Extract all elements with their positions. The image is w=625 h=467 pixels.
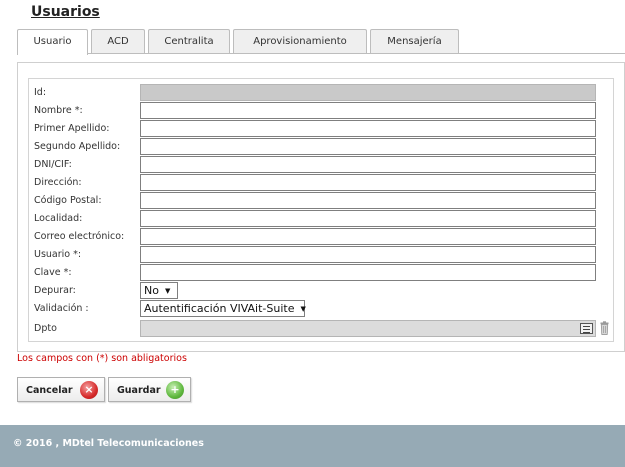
row-validacion: Validación : Autentificación VIVAit-Suit…	[29, 300, 615, 318]
close-icon: ×	[80, 381, 98, 399]
dni-label: DNI/CIF:	[34, 159, 72, 170]
dpto-label: Dpto	[34, 323, 57, 334]
row-clave: Clave *:	[29, 264, 615, 282]
segundo-apellido-label: Segundo Apellido:	[34, 141, 121, 152]
row-usuario: Usuario *:	[29, 246, 615, 264]
tab-aprovisionamiento[interactable]: Aprovisionamiento	[233, 29, 367, 54]
footer-copyright: © 2016 , MDtel Telecomunicaciones	[13, 438, 204, 449]
trash-icon[interactable]	[600, 321, 609, 335]
chevron-down-icon: ▼	[164, 287, 171, 295]
row-correo: Correo electrónico:	[29, 228, 615, 246]
depurar-select[interactable]: No ▼	[140, 282, 178, 299]
save-button[interactable]: Guardar +	[108, 377, 191, 402]
codigo-postal-input[interactable]	[140, 192, 596, 209]
tab-usuario[interactable]: Usuario	[17, 29, 88, 55]
clave-label: Clave *:	[34, 267, 72, 278]
validacion-select[interactable]: Autentificación VIVAit-Suite ▼	[140, 300, 306, 317]
row-direccion: Dirección:	[29, 174, 615, 192]
validacion-label: Validación :	[34, 303, 89, 314]
cancel-button-label: Cancelar	[26, 385, 73, 396]
clave-input[interactable]	[140, 264, 596, 281]
validacion-selected-value: Autentificación VIVAit-Suite	[144, 302, 295, 315]
row-primer-apellido: Primer Apellido:	[29, 120, 615, 138]
id-field	[140, 84, 596, 101]
localidad-input[interactable]	[140, 210, 596, 227]
tab-acd[interactable]: ACD	[91, 29, 145, 54]
row-localidad: Localidad:	[29, 210, 615, 228]
correo-label: Correo electrónico:	[34, 231, 125, 242]
page-title: Usuarios	[31, 4, 100, 20]
cancel-button[interactable]: Cancelar ×	[17, 377, 105, 402]
correo-input[interactable]	[140, 228, 596, 245]
dni-input[interactable]	[140, 156, 596, 173]
depurar-selected-value: No	[144, 284, 159, 297]
plus-icon: +	[166, 381, 184, 399]
list-icon[interactable]	[580, 323, 593, 334]
nombre-input[interactable]	[140, 102, 596, 119]
required-fields-note: Los campos con (*) son abligatorios	[17, 353, 187, 364]
id-label: Id:	[34, 87, 47, 98]
chevron-down-icon: ▼	[300, 305, 306, 313]
tab-divider	[17, 53, 625, 54]
row-dpto: Dpto	[29, 320, 615, 338]
usuario-label: Usuario *:	[34, 249, 82, 260]
row-dni: DNI/CIF:	[29, 156, 615, 174]
segundo-apellido-input[interactable]	[140, 138, 596, 155]
save-button-label: Guardar	[117, 385, 161, 396]
codigo-postal-label: Código Postal:	[34, 195, 102, 206]
row-id: Id:	[29, 84, 615, 102]
footer: © 2016 , MDtel Telecomunicaciones	[0, 425, 625, 467]
dpto-field	[140, 320, 596, 337]
tab-mensajeria[interactable]: Mensajería	[370, 29, 459, 54]
row-codigo-postal: Código Postal:	[29, 192, 615, 210]
usuario-input[interactable]	[140, 246, 596, 263]
primer-apellido-input[interactable]	[140, 120, 596, 137]
row-segundo-apellido: Segundo Apellido:	[29, 138, 615, 156]
direccion-label: Dirección:	[34, 177, 82, 188]
localidad-label: Localidad:	[34, 213, 83, 224]
tab-centralita[interactable]: Centralita	[148, 29, 230, 54]
direccion-input[interactable]	[140, 174, 596, 191]
row-depurar: Depurar: No ▼	[29, 282, 615, 300]
depurar-label: Depurar:	[34, 285, 76, 296]
primer-apellido-label: Primer Apellido:	[34, 123, 110, 134]
user-form: Id: Nombre *: Primer Apellido: Segundo A…	[28, 78, 614, 342]
nombre-label: Nombre *:	[34, 105, 83, 116]
row-nombre: Nombre *:	[29, 102, 615, 120]
form-panel: Id: Nombre *: Primer Apellido: Segundo A…	[17, 62, 625, 352]
